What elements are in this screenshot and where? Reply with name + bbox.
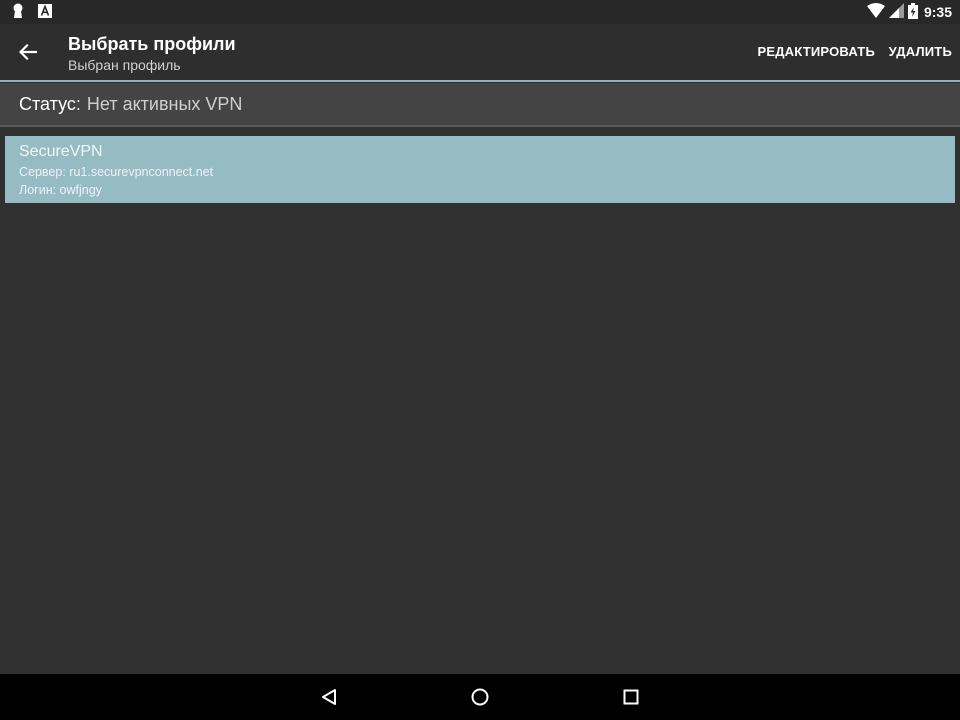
app-bar: Выбрать профили Выбран профиль РЕДАКТИРО…	[0, 24, 960, 82]
back-triangle-icon	[322, 689, 336, 705]
vpn-status-label: Статус:	[19, 94, 81, 114]
page-title: Выбрать профили	[68, 34, 236, 54]
status-bar: 9:35	[0, 0, 960, 24]
battery-charging-icon	[907, 2, 918, 22]
profile-server: Сервер: ru1.securevpnconnect.net	[19, 165, 214, 179]
edit-button[interactable]: РЕДАКТИРОВАТЬ	[757, 44, 875, 59]
nav-home-button[interactable]	[466, 683, 494, 711]
status-bar-system: 9:35	[866, 2, 952, 22]
clock-time: 9:35	[923, 4, 952, 20]
wifi-icon	[866, 3, 885, 21]
profile-login: Логин: owfjngy	[19, 183, 102, 197]
keyhole-icon	[12, 3, 24, 24]
arrow-back-icon	[19, 44, 37, 60]
vpn-status-row: Статус: Нет активных VPN	[0, 83, 960, 127]
profile-item-securevpn[interactable]: SecureVPN Сервер: ru1.securevpnconnect.n…	[5, 136, 955, 203]
recents-square-icon	[623, 689, 639, 705]
vpn-status-value: Нет активных VPN	[86, 94, 243, 114]
home-circle-icon	[471, 688, 489, 706]
page-subtitle: Выбран профиль	[68, 57, 181, 73]
a-box-icon	[38, 4, 52, 23]
navigation-bar	[0, 674, 960, 720]
nav-recents-button[interactable]	[617, 683, 645, 711]
profile-list: SecureVPN Сервер: ru1.securevpnconnect.n…	[5, 136, 955, 203]
delete-button[interactable]: УДАЛИТЬ	[889, 44, 952, 59]
status-bar-notifications	[12, 3, 52, 24]
signal-icon	[888, 3, 904, 21]
profile-name: SecureVPN	[19, 143, 103, 160]
nav-back-button[interactable]	[315, 683, 343, 711]
back-button[interactable]	[8, 32, 48, 72]
